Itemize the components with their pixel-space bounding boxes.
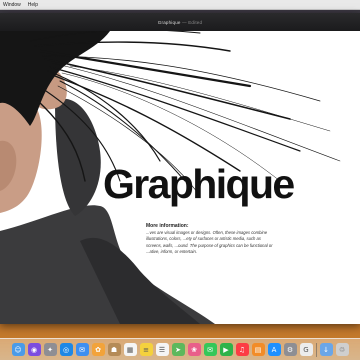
photos-icon[interactable]: ❀ — [187, 343, 201, 356]
messages-icon[interactable]: ✉ — [203, 343, 217, 356]
app-store-icon[interactable]: A — [267, 343, 281, 356]
mail-icon[interactable]: ✉ — [75, 343, 89, 356]
reminders-icon[interactable]: ☰ — [155, 343, 169, 356]
menu-item-window[interactable]: Window — [3, 2, 21, 8]
downloads-icon[interactable]: ↓ — [319, 343, 333, 356]
siri-icon[interactable]: ◉ — [27, 343, 41, 356]
safari-icon[interactable]: ◎ — [59, 343, 73, 356]
window-title: Graphique — Edited — [158, 20, 202, 25]
launchpad-icon[interactable]: ✦ — [43, 343, 57, 356]
photos-app-icon[interactable]: ✿ — [91, 343, 105, 356]
dock-separator — [315, 342, 317, 357]
trash-icon[interactable]: ♲ — [335, 343, 349, 356]
music-icon[interactable]: ♫ — [235, 343, 249, 356]
app-window: Graphique — Edited Graphique More inform… — [0, 13, 360, 324]
notes-icon[interactable]: ≡ — [139, 343, 153, 356]
dock: ☺ ◉ ✦ ◎ ✉ ✿ ☗ ▦ ≡ ☰ ➤ ❀ ✉ ▶ ♫ ▤ A ⚙ G ↓ ♲ — [0, 338, 360, 360]
headline-text: Graphique — [103, 161, 295, 207]
books-icon[interactable]: ▤ — [251, 343, 265, 356]
info-heading: More information: — [146, 223, 189, 229]
menu-bar: Window Help — [0, 0, 360, 10]
document-canvas[interactable]: Graphique More information: ...ves are v… — [0, 31, 360, 324]
finder-icon[interactable]: ☺ — [11, 343, 25, 356]
maps-icon[interactable]: ➤ — [171, 343, 185, 356]
menu-item-help[interactable]: Help — [28, 2, 38, 8]
system-preferences-icon[interactable]: ⚙ — [283, 343, 297, 356]
info-body-text: ...ves are visual images or designs. Oft… — [146, 230, 273, 254]
window-titlebar[interactable]: Graphique — Edited — [0, 13, 360, 31]
window-title-status: — Edited — [180, 19, 203, 25]
facetime-icon[interactable]: ▶ — [219, 343, 233, 356]
calendar-icon[interactable]: ▦ — [123, 343, 137, 356]
window-title-app: Graphique — [157, 19, 181, 25]
contacts-icon[interactable]: ☗ — [107, 343, 121, 356]
graphique-app-icon[interactable]: G — [299, 343, 313, 356]
